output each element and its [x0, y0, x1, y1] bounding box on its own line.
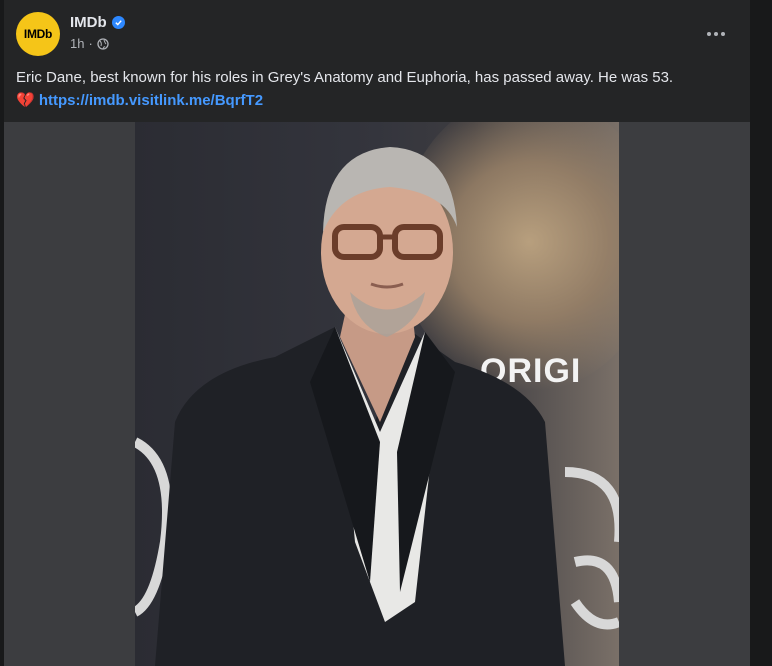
- author-name[interactable]: IMDb: [70, 14, 107, 31]
- verified-badge-icon: [111, 16, 125, 29]
- post-header: IMDb IMDb 1h ·: [16, 12, 736, 56]
- post-card: IMDb IMDb 1h · Eric Dane, best known for…: [4, 0, 750, 666]
- meta-separator: ·: [88, 36, 93, 51]
- post-media: ORIGI: [4, 122, 750, 666]
- person-figure: [135, 147, 619, 666]
- globe-icon: [97, 37, 109, 50]
- post-body: Eric Dane, best known for his roles in G…: [16, 69, 674, 86]
- more-options-icon[interactable]: [702, 20, 730, 48]
- post-text: Eric Dane, best known for his roles in G…: [16, 66, 740, 112]
- post-photo[interactable]: ORIGI: [135, 122, 619, 666]
- post-meta: 1h ·: [70, 36, 109, 51]
- post-time[interactable]: 1h: [70, 36, 84, 51]
- broken-heart-icon: 💔: [16, 92, 35, 109]
- media-letterbox-right: [619, 122, 750, 666]
- post-link[interactable]: https://imdb.visitlink.me/BqrfT2: [39, 92, 263, 109]
- author-row: IMDb: [70, 14, 125, 31]
- media-letterbox-left: [4, 122, 135, 666]
- avatar[interactable]: IMDb: [16, 12, 60, 56]
